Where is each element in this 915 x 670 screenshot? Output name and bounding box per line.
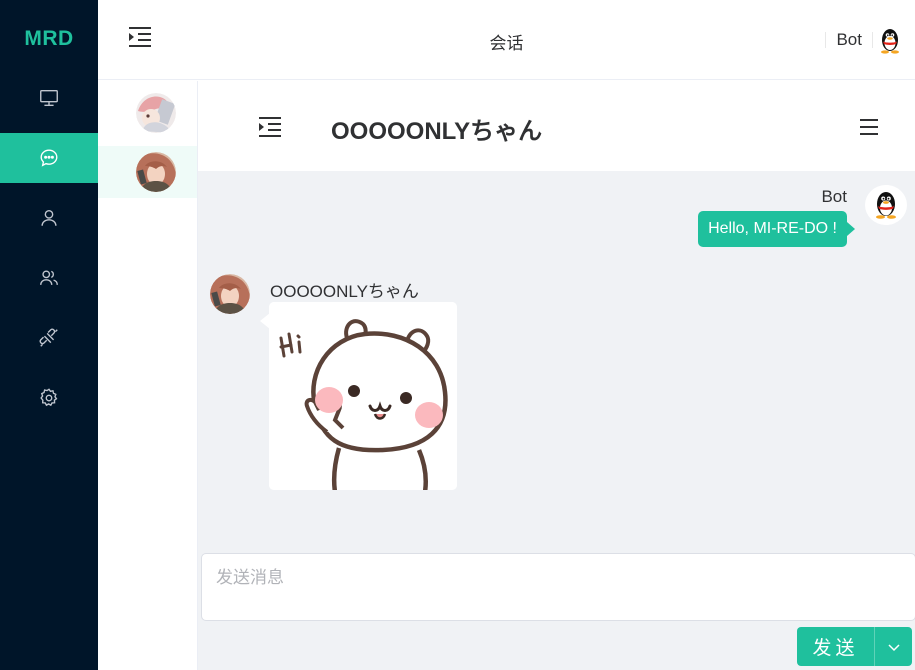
avatar bbox=[136, 152, 176, 192]
avatar[interactable] bbox=[865, 185, 907, 225]
nav-chat[interactable] bbox=[0, 133, 98, 183]
nav-settings[interactable] bbox=[0, 373, 98, 423]
avatar bbox=[136, 93, 176, 133]
nav-plugin[interactable] bbox=[0, 313, 98, 363]
message-input[interactable] bbox=[201, 553, 915, 621]
plugin-icon bbox=[39, 328, 58, 347]
user-icon bbox=[41, 209, 57, 226]
group-icon bbox=[40, 270, 58, 285]
message-sender: OOOOONLYちゃん bbox=[270, 282, 419, 301]
chat-title: OOOOONLYちゃん bbox=[331, 118, 543, 145]
nav-user[interactable] bbox=[0, 193, 98, 243]
settings-icon bbox=[40, 388, 58, 407]
nav-group[interactable] bbox=[0, 253, 98, 303]
sticker-hi-bear-image bbox=[269, 302, 457, 490]
divider bbox=[872, 32, 873, 48]
send-button-group: 发送 bbox=[797, 627, 912, 666]
qq-penguin-icon[interactable] bbox=[877, 26, 903, 54]
image-message[interactable] bbox=[269, 302, 457, 490]
monitor-icon bbox=[40, 89, 58, 107]
menu-fold-icon[interactable] bbox=[258, 116, 282, 138]
chevron-down-icon bbox=[887, 643, 900, 651]
bot-name[interactable]: Bot bbox=[830, 30, 868, 50]
message-sender: Bot bbox=[821, 187, 847, 206]
bot-user-menu[interactable]: Bot bbox=[821, 26, 903, 54]
more-menu-icon[interactable] bbox=[859, 118, 879, 136]
session-list bbox=[98, 81, 198, 670]
session-item[interactable] bbox=[98, 146, 197, 198]
avatar[interactable] bbox=[210, 274, 250, 314]
message-bubble: Hello, MI-RE-DO ! bbox=[698, 211, 855, 247]
sidebar: MRD bbox=[0, 0, 98, 670]
send-options-dropdown[interactable] bbox=[875, 627, 912, 666]
chat-panel: OOOOONLYちゃん Bot Hello, MI-RE-DO ! OOOOON… bbox=[198, 81, 915, 670]
page-title: 会话 bbox=[489, 34, 524, 53]
send-button[interactable]: 发送 bbox=[797, 627, 875, 666]
chat-icon bbox=[40, 149, 58, 167]
divider bbox=[825, 32, 827, 48]
nav-dashboard[interactable] bbox=[0, 73, 98, 123]
session-item[interactable] bbox=[98, 87, 197, 139]
chat-header: OOOOONLYちゃん bbox=[198, 81, 915, 171]
app-logo[interactable]: MRD bbox=[0, 0, 98, 78]
top-header: 会话 Bot bbox=[98, 0, 915, 80]
